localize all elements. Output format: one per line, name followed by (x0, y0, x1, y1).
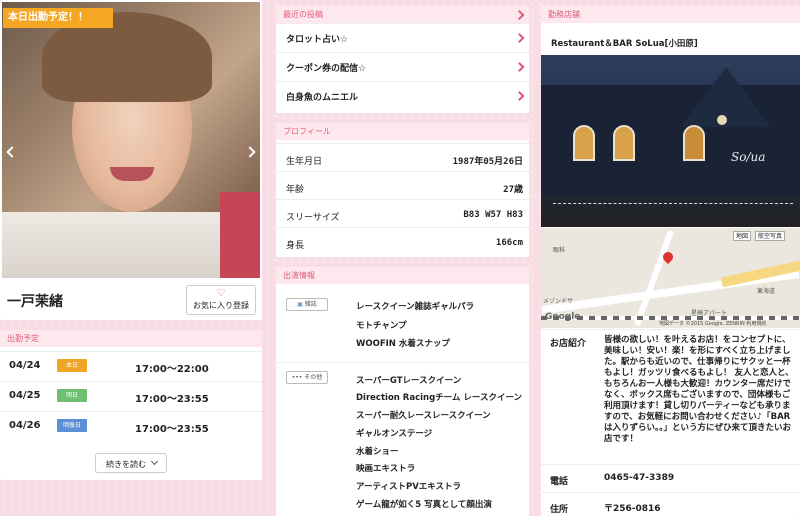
schedule-time: 17:00〜22:00 (135, 364, 209, 375)
chevron-right-icon (514, 91, 525, 101)
dots-icon: ••• (291, 374, 303, 381)
address-key: 住所 (550, 505, 569, 515)
schedule-date: 04/24 (9, 360, 41, 371)
recent-posts-card: 最近の投稿 タロット占い☆ クーポン券の配信☆ 白身魚のムニエル (276, 6, 529, 113)
read-more-button[interactable]: 続きを読む (95, 453, 167, 473)
other-item: ゲーム龍が如く5 写真として顔出演 (356, 500, 492, 510)
other-item: 水着ショー (356, 447, 399, 457)
post-link[interactable]: クーポン券の配信☆ (276, 52, 529, 81)
map-label: 東海道 (757, 288, 776, 295)
map-button-map[interactable]: 地図 (733, 231, 752, 241)
profile-card: プロフィール 生年月日 1987年05月26日 年齢 27歳 スリーサイズ B8… (276, 123, 529, 257)
appearance-card: 出演情報 ▣ 雑誌 レースクイーン雑誌ギャルパラ モトチャンプ WOOFIN 水… (276, 267, 529, 516)
profile-key: 身長 (286, 241, 305, 251)
appearance-header: 出演情報 (276, 267, 529, 284)
schedule-time: 17:00〜23:55 (135, 394, 209, 405)
shop-map[interactable]: 地図 航空写真 東海道 眼科 メゾンドサ 星崎アパート Google 地図データ… (541, 228, 800, 328)
magazine-item: レースクイーン雑誌ギャルパラ (356, 302, 475, 312)
schedule-header: 出勤予定 (0, 330, 262, 347)
profile-value: 27歳 (503, 185, 523, 195)
post-title: クーポン券の配信☆ (286, 64, 367, 74)
magazine-item: モトチャンプ (356, 321, 407, 331)
cast-name: 一戸茉緒 (7, 294, 63, 310)
schedule-card: 出勤予定 04/24 本日 17:00〜22:00 04/25 明日 17:00… (0, 330, 262, 480)
schedule-badge: 本日 (57, 359, 87, 372)
post-link[interactable]: 白身魚のムニエル (276, 81, 529, 110)
tel-key: 電話 (550, 477, 569, 487)
map-button-satellite[interactable]: 航空写真 (755, 231, 786, 241)
chevron-right-icon (514, 33, 525, 43)
other-item: ギャルオンステージ (356, 429, 433, 439)
schedule-badge: 明日 (57, 389, 87, 402)
post-title: タロット占い☆ (286, 35, 349, 45)
favorite-label: お気に入り登録 (193, 301, 249, 310)
other-tag-label: その他 (304, 374, 323, 381)
profile-key: 生年月日 (286, 157, 323, 167)
map-label: 眼科 (553, 247, 566, 254)
address-value: 〒256-0816 (604, 504, 661, 514)
recent-posts-title: 最近の投稿 (283, 10, 323, 19)
profile-photo-card: 本日出勤予定！！ 一戸茉緒 ♡ お気に入り登録 (0, 0, 262, 320)
schedule-badge: 明後日 (57, 419, 87, 432)
post-link[interactable]: タロット占い☆ (276, 23, 529, 52)
shop-header: 勤務店舗 (541, 6, 800, 23)
other-item: アーティストPVエキストラ (356, 482, 462, 492)
other-item: 映画エキストラ (356, 464, 416, 474)
profile-value: B83 W57 H83 (463, 210, 523, 220)
profile-photo (2, 2, 260, 278)
profile-row: スリーサイズ B83 W57 H83 (276, 199, 529, 230)
map-label: 星崎アパート (691, 310, 727, 317)
read-more-label: 続きを読む (106, 460, 146, 469)
tel-value[interactable]: 0465-47-3389 (604, 473, 674, 483)
favorite-button[interactable]: ♡ お気に入り登録 (186, 285, 256, 315)
shop-card: 勤務店舗 Restaurant＆BAR SoLua[小田原] So/ua 地図 … (541, 6, 800, 516)
intro-key: お店紹介 (550, 339, 587, 349)
chevron-down-icon (150, 457, 159, 466)
intro-text: 皆様の欲しい！を叶えるお店！をコンセプトに、美味しい！安い！楽！を形にすべく立ち… (604, 335, 794, 444)
schedule-row: 04/26 明後日 17:00〜23:55 (0, 411, 262, 441)
map-label: メゾンドサ (543, 298, 574, 305)
schedule-row: 04/25 明日 17:00〜23:55 (0, 381, 262, 411)
schedule-time: 17:00〜23:55 (135, 424, 209, 435)
chevron-right-icon (514, 62, 525, 72)
other-tag: ••• その他 (286, 371, 328, 384)
today-banner: 本日出勤予定！！ (3, 8, 113, 28)
profile-row: 生年月日 1987年05月26日 (276, 143, 529, 174)
other-item: スーパーGTレースクイーン (356, 376, 462, 386)
map-attribution: 地図データ ©2015 Google, ZENRIN 利用規約 (659, 321, 767, 327)
profile-row: 年齢 27歳 (276, 171, 529, 202)
schedule-date: 04/26 (9, 420, 41, 431)
shop-photo: So/ua (541, 55, 800, 227)
profile-value: 1987年05月26日 (452, 157, 523, 167)
book-icon: ▣ (297, 301, 303, 308)
magazine-tag: ▣ 雑誌 (286, 298, 328, 311)
profile-row: 身長 166cm (276, 227, 529, 258)
recent-posts-header[interactable]: 最近の投稿 (276, 6, 529, 23)
schedule-date: 04/25 (9, 390, 41, 401)
heart-plus-icon: ♡ (216, 288, 226, 299)
schedule-row: 04/24 本日 17:00〜22:00 (0, 351, 262, 381)
profile-key: スリーサイズ (286, 213, 340, 223)
profile-header: プロフィール (276, 123, 529, 140)
chevron-right-icon (514, 9, 525, 20)
post-title: 白身魚のムニエル (286, 93, 359, 103)
profile-key: 年齢 (286, 185, 305, 195)
magazine-item: WOOFIN 水着スナップ (356, 339, 450, 349)
google-logo: Google (545, 312, 581, 322)
other-item: Direction Racingチーム レースクイーン (356, 393, 523, 403)
magazine-tag-label: 雑誌 (304, 301, 317, 308)
other-item: スーパー耐久レースレースクイーン (356, 411, 491, 421)
shop-name[interactable]: Restaurant＆BAR SoLua[小田原] (551, 37, 698, 49)
profile-value: 166cm (495, 238, 523, 248)
